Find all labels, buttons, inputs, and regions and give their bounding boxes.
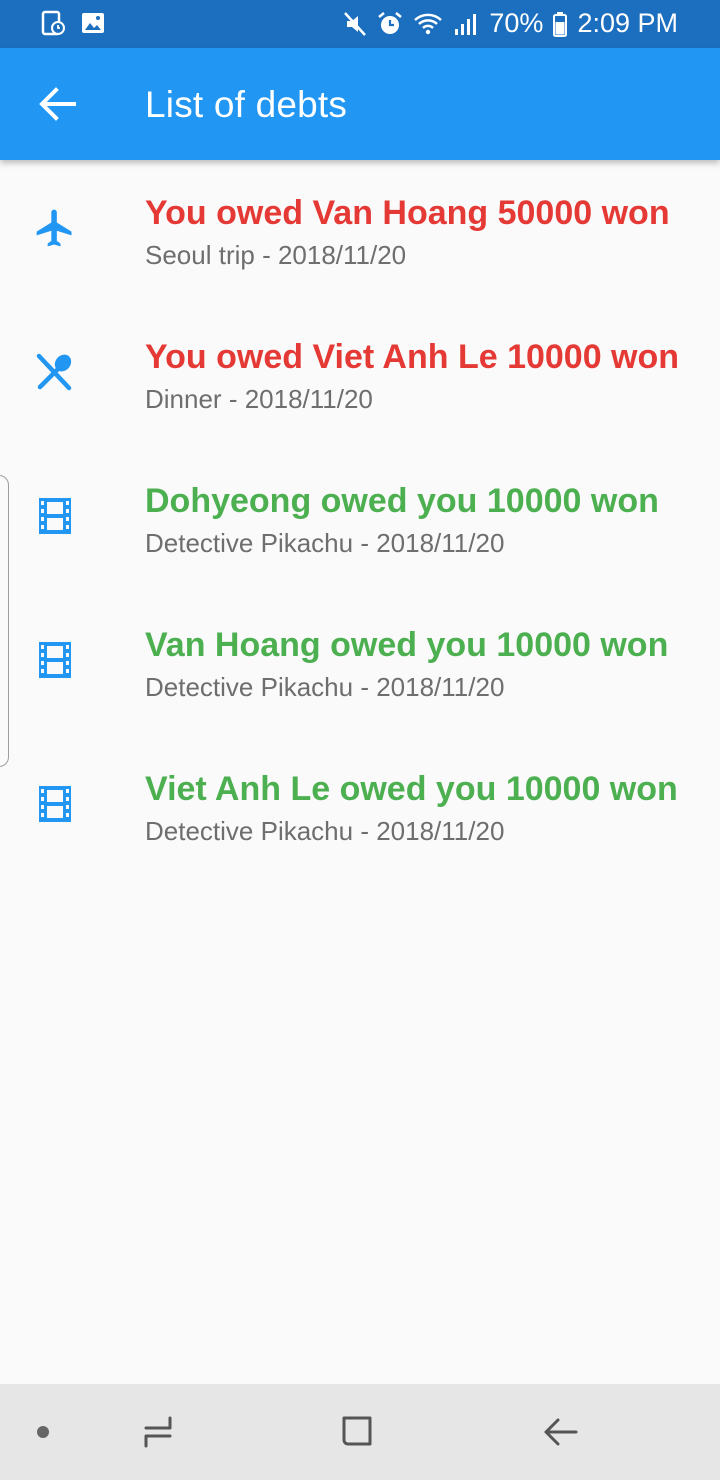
movie-icon [39, 786, 71, 822]
debt-list-item[interactable]: Van Hoang owed you 10000 won Detective P… [0, 592, 720, 736]
battery-icon [553, 11, 568, 37]
recent-apps-icon [144, 1416, 172, 1448]
mute-icon [344, 11, 367, 36]
debt-list-item[interactable]: You owed Van Hoang 50000 won Seoul trip … [0, 160, 720, 304]
debt-subtitle: Detective Pikachu - 2018/11/20 [145, 816, 505, 846]
wifi-icon [414, 13, 443, 34]
debt-subtitle: Detective Pikachu - 2018/11/20 [145, 672, 505, 702]
back-arrow-icon [544, 1418, 578, 1446]
back-button[interactable] [36, 82, 80, 126]
battery-percent: 70% [489, 8, 544, 38]
debt-subtitle: Detective Pikachu - 2018/11/20 [145, 528, 505, 558]
screenshot-notification-icon [41, 10, 65, 36]
gallery-notification-icon [82, 13, 104, 33]
airplane-icon [36, 209, 72, 247]
status-system: 70% 2:09 PM [343, 8, 678, 39]
debt-title: Dohyeong owed you 10000 won [145, 482, 659, 520]
nav-hide-dot[interactable] [37, 1426, 49, 1438]
recent-apps-button[interactable] [138, 1412, 178, 1457]
page-title: List of debts [145, 84, 348, 125]
back-nav-button[interactable] [540, 1412, 580, 1457]
debt-list-item[interactable]: Viet Anh Le owed you 10000 won Detective… [0, 736, 720, 880]
debt-title: Viet Anh Le owed you 10000 won [145, 770, 678, 808]
edge-panel-handle[interactable] [0, 475, 9, 767]
home-button[interactable] [338, 1412, 378, 1457]
status-bar: 70% 2:09 PM [0, 0, 720, 48]
alarm-icon [378, 11, 403, 34]
restaurant-icon [36, 353, 72, 391]
debt-list-item[interactable]: You owed Viet Anh Le 10000 won Dinner - … [0, 304, 720, 448]
debt-title: You owed Viet Anh Le 10000 won [145, 338, 680, 376]
debt-title: You owed Van Hoang 50000 won [145, 194, 670, 232]
debt-list: You owed Van Hoang 50000 won Seoul trip … [0, 160, 720, 880]
clock: 2:09 PM [577, 8, 678, 38]
movie-icon [39, 498, 71, 534]
home-icon [342, 1416, 372, 1446]
debt-title: Van Hoang owed you 10000 won [145, 626, 669, 664]
arrow-left-icon [39, 87, 76, 121]
app-bar: List of debts [0, 48, 720, 160]
debt-list-item[interactable]: Dohyeong owed you 10000 won Detective Pi… [0, 448, 720, 592]
signal-icon [455, 13, 477, 35]
debt-subtitle: Dinner - 2018/11/20 [145, 384, 373, 414]
debt-subtitle: Seoul trip - 2018/11/20 [145, 240, 407, 270]
status-notifications [40, 10, 106, 36]
movie-icon [39, 642, 71, 678]
